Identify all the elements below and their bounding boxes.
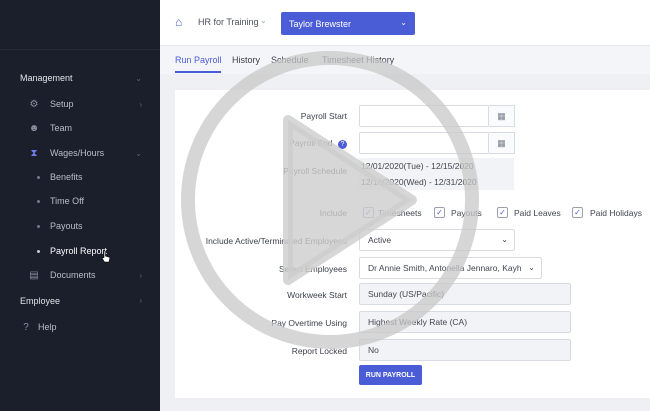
chevron-down-icon: ⌄ xyxy=(135,74,142,83)
gears-icon: ⚙ xyxy=(29,98,39,110)
document-icon: ▤ xyxy=(29,269,39,281)
bullet-icon xyxy=(37,224,40,228)
sidebar-section-label: Management xyxy=(20,73,73,83)
workweek-start-label: Workweek Start xyxy=(287,290,347,300)
calendar-icon[interactable]: ▦ xyxy=(489,132,515,154)
sidebar-item-wages-hours[interactable]: ⧗ Wages/Hours ⌄ xyxy=(0,143,160,163)
sidebar-section-label: Employee xyxy=(20,296,61,306)
selected-employees-value: Dr Annie Smith, Antonella Jennaro, Kayh xyxy=(368,263,522,273)
payroll-schedule-label: Payroll Schedule xyxy=(283,166,347,176)
help-icon: ? xyxy=(23,321,29,333)
sidebar-item-label: Time Off xyxy=(50,196,85,206)
payroll-end-input[interactable] xyxy=(359,132,489,154)
chevron-right-icon: › xyxy=(139,99,142,109)
pay-overtime-label: Pay Overtime Using xyxy=(271,318,347,328)
active-tab-indicator xyxy=(175,71,221,73)
timesheets-checkbox[interactable]: ✓ xyxy=(363,207,374,218)
paid-holidays-label: Paid Holidays xyxy=(590,208,642,218)
chevron-right-icon: › xyxy=(139,270,142,280)
report-locked-value: No xyxy=(368,345,379,355)
select-employees-label: Select Employees xyxy=(278,264,347,274)
sidebar: Management ⌄ ⚙ Setup › ☻ Team ⧗ Wages/Ho… xyxy=(0,0,160,411)
schedule-period[interactable]: 12/01/2020(Tue) - 12/15/2020 xyxy=(361,158,514,174)
sidebar-item-label: Help xyxy=(38,322,57,332)
top-bar: ⌂ HR for Training ⌄ Taylor Brewster ⌄ xyxy=(160,0,650,46)
sidebar-item-label: Benefits xyxy=(50,172,83,182)
run-payroll-button[interactable]: RUN PAYROLL xyxy=(359,365,422,385)
sidebar-item-label: Team xyxy=(50,123,73,133)
pay-overtime-field: Highest Weekly Rate (CA) xyxy=(359,311,571,333)
sidebar-item-label: Payroll Report xyxy=(50,246,108,256)
chevron-down-icon: ⌄ xyxy=(526,263,535,272)
payroll-start-label: Payroll Start xyxy=(300,111,347,121)
sidebar-section-management[interactable]: Management xyxy=(20,73,73,83)
paid-leaves-checkbox[interactable]: ✓ xyxy=(497,207,508,218)
tab-timesheet-history[interactable]: Timesheet History xyxy=(322,55,394,65)
timesheets-label: Timesheets xyxy=(378,208,422,218)
sidebar-item-label: Documents xyxy=(50,270,96,280)
sidebar-item-help[interactable]: ? Help xyxy=(0,317,160,337)
sidebar-item-benefits[interactable]: Benefits xyxy=(0,167,160,187)
sidebar-item-payroll-report[interactable]: Payroll Report xyxy=(0,241,160,261)
payroll-end-label-text: Payroll End xyxy=(289,138,333,148)
calendar-icon[interactable]: ▦ xyxy=(489,105,515,127)
workweek-start-field: Sunday (US/Pacific) xyxy=(359,283,571,305)
select-employees-select[interactable]: Dr Annie Smith, Antonella Jennaro, Kayh … xyxy=(359,257,542,279)
pay-overtime-value: Highest Weekly Rate (CA) xyxy=(368,317,468,327)
sidebar-item-label: Setup xyxy=(50,99,74,109)
report-locked-field: No xyxy=(359,339,571,361)
employee-name: Taylor Brewster xyxy=(289,18,352,29)
company-selector[interactable]: HR for Training xyxy=(198,17,259,27)
sidebar-item-setup[interactable]: ⚙ Setup › xyxy=(0,94,160,114)
question-icon[interactable]: ? xyxy=(338,140,347,149)
chevron-down-icon: ⌄ xyxy=(501,235,508,244)
sidebar-header xyxy=(0,0,160,50)
sidebar-section-employee[interactable]: Employee xyxy=(20,296,60,306)
paid-leaves-label: Paid Leaves xyxy=(514,208,561,218)
hourglass-icon: ⧗ xyxy=(30,147,38,159)
tab-bar: Run Payroll History Schedule Timesheet H… xyxy=(160,46,650,74)
sidebar-item-time-off[interactable]: Time Off xyxy=(0,191,160,211)
payroll-end-label: Payroll End ? xyxy=(187,138,347,149)
chevron-right-icon: › xyxy=(139,296,142,305)
sidebar-item-documents[interactable]: ▤ Documents › xyxy=(0,265,160,285)
chevron-down-icon: ⌄ xyxy=(135,148,142,158)
chevron-down-icon: ⌄ xyxy=(260,16,267,25)
report-locked-label: Report Locked xyxy=(291,346,347,356)
team-icon: ☻ xyxy=(28,122,40,134)
bullet-icon xyxy=(37,175,40,179)
payouts-checkbox[interactable]: ✓ xyxy=(434,207,445,218)
sidebar-item-label: Wages/Hours xyxy=(50,148,105,158)
sidebar-item-team[interactable]: ☻ Team xyxy=(0,118,160,138)
payroll-start-input[interactable] xyxy=(359,105,489,127)
sidebar-item-payouts[interactable]: Payouts xyxy=(0,216,160,236)
include-label: Include xyxy=(319,208,347,218)
payroll-schedule-list[interactable]: 12/01/2020(Tue) - 12/15/2020 12/16/2020(… xyxy=(359,158,514,190)
active-status-value: Active xyxy=(368,235,392,245)
active-status-select[interactable]: Active ⌄ xyxy=(359,229,515,251)
tab-schedule[interactable]: Schedule xyxy=(271,55,309,65)
schedule-period[interactable]: 12/16/2020(Wed) - 12/31/2020 xyxy=(361,174,514,190)
active-terminated-label: Include Active/Terminated Employees xyxy=(205,236,347,246)
bullet-icon xyxy=(37,199,40,203)
paid-holidays-checkbox[interactable]: ✓ xyxy=(572,207,583,218)
home-icon[interactable]: ⌂ xyxy=(175,16,187,28)
workweek-start-value: Sunday (US/Pacific) xyxy=(368,289,445,299)
payouts-label: Payouts xyxy=(451,208,482,218)
mouse-cursor-icon xyxy=(101,251,111,263)
bullet-icon xyxy=(37,249,40,253)
tab-run-payroll[interactable]: Run Payroll xyxy=(175,55,222,65)
sidebar-item-label: Payouts xyxy=(50,221,83,231)
chevron-down-icon: ⌄ xyxy=(400,18,407,27)
tab-history[interactable]: History xyxy=(232,55,260,65)
employee-dropdown[interactable]: Taylor Brewster ⌄ xyxy=(281,12,415,35)
